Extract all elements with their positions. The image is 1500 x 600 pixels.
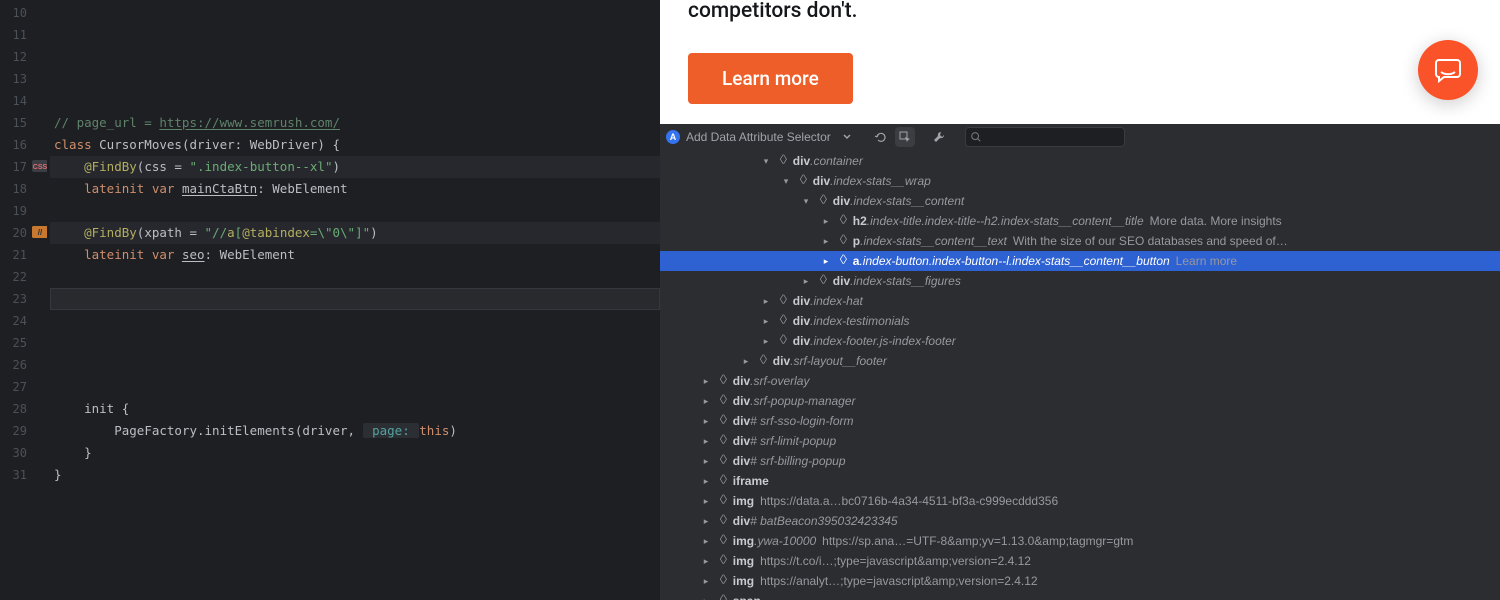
dom-node[interactable]: ▾〈 〉div.index-stats__content [660, 191, 1500, 211]
dom-node[interactable]: ▸〈 〉img.ywa-10000https://sp.ana…=UTF-8&a… [660, 531, 1500, 551]
learn-more-button[interactable]: Learn more [688, 53, 853, 104]
toolbar-label[interactable]: Add Data Attribute Selector [684, 130, 833, 144]
chevron-down-icon[interactable] [837, 127, 857, 147]
inspect-icon[interactable] [895, 127, 915, 147]
dom-node[interactable]: ▸〈 〉imghttps://analyt…;type=javascript&a… [660, 571, 1500, 591]
attribute-badge-icon: A [666, 130, 680, 144]
dom-node[interactable]: ▸〈 〉div.srf-overlay [660, 371, 1500, 391]
dom-node[interactable]: ▸〈 〉span [660, 591, 1500, 600]
dom-node[interactable]: ▸〈 〉div.srf-popup-manager [660, 391, 1500, 411]
dom-node[interactable]: ▸〈 〉h2.index-title.index-title--h2.index… [660, 211, 1500, 231]
dom-node[interactable]: ▸〈 〉div# srf-limit-popup [660, 431, 1500, 451]
page-text: competitors don't. [688, 0, 1472, 25]
refresh-icon[interactable] [871, 127, 891, 147]
dom-node[interactable]: ▸〈 〉div.srf-layout__footer [660, 351, 1500, 371]
dom-node[interactable]: ▸〈 〉p.index-stats__content__textWith the… [660, 231, 1500, 251]
chat-icon [1434, 56, 1462, 84]
editor-pane[interactable]: 1011121314151617CSS181920//2122232425262… [0, 0, 660, 600]
search-input[interactable] [965, 127, 1125, 147]
dom-node[interactable]: ▸〈 〉iframe [660, 471, 1500, 491]
wrench-icon[interactable] [929, 127, 949, 147]
browser-preview[interactable]: competitors don't. Learn more [660, 0, 1500, 124]
svg-text:CSS: CSS [33, 164, 47, 171]
dom-node[interactable]: ▾〈 〉div.container [660, 151, 1500, 171]
devtools-panel[interactable]: A Add Data Attribute Selector [660, 124, 1500, 600]
editor-code-area[interactable]: // page_url = https://www.semrush.com/cl… [50, 0, 660, 600]
dom-node[interactable]: ▸〈 〉div.index-footer.js-index-footer [660, 331, 1500, 351]
dom-node[interactable]: ▸〈 〉a.index-button.index-button--l.index… [660, 251, 1500, 271]
dom-node[interactable]: ▸〈 〉div# srf-billing-popup [660, 451, 1500, 471]
dom-node[interactable]: ▸〈 〉imghttps://data.a…bc0716b-4a34-4511-… [660, 491, 1500, 511]
dom-node[interactable]: ▸〈 〉div.index-stats__figures [660, 271, 1500, 291]
dom-node[interactable]: ▾〈 〉div.index-stats__wrap [660, 171, 1500, 191]
search-icon [970, 131, 982, 143]
svg-text://: // [38, 228, 43, 237]
right-pane: competitors don't. Learn more A Add Data… [660, 0, 1500, 600]
dom-node[interactable]: ▸〈 〉div# srf-sso-login-form [660, 411, 1500, 431]
intercom-fab[interactable] [1418, 40, 1478, 100]
dom-tree[interactable]: ▾〈 〉div.container▾〈 〉div.index-stats__wr… [660, 149, 1500, 600]
devtools-toolbar: A Add Data Attribute Selector [660, 124, 1500, 149]
dom-node[interactable]: ▸〈 〉div# batBeacon395032423345 [660, 511, 1500, 531]
dom-node[interactable]: ▸〈 〉div.index-hat [660, 291, 1500, 311]
main-layout: 1011121314151617CSS181920//2122232425262… [0, 0, 1500, 600]
dom-node[interactable]: ▸〈 〉div.index-testimonials [660, 311, 1500, 331]
dom-node[interactable]: ▸〈 〉imghttps://t.co/i…;type=javascript&a… [660, 551, 1500, 571]
editor-gutter: 1011121314151617CSS181920//2122232425262… [0, 0, 50, 600]
